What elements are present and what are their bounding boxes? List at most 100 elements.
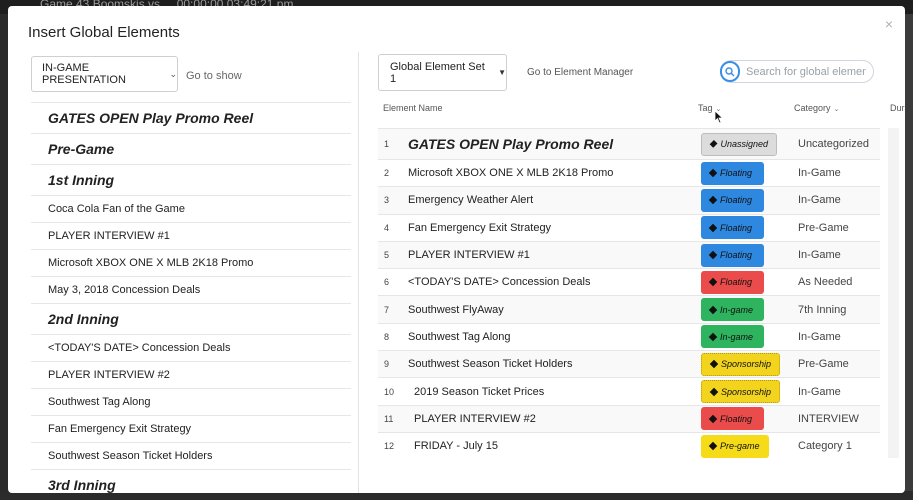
tag-badge[interactable]: Floating bbox=[701, 270, 764, 294]
table-row[interactable]: 9 Southwest Season Ticket Holders Sponsors… bbox=[378, 350, 880, 378]
table-row[interactable]: 4 Fan Emergency Exit Strategy Floating Pre-… bbox=[378, 213, 880, 241]
table-row[interactable]: 6 <TODAY'S DATE> Concession Deals Floating… bbox=[378, 268, 880, 295]
modal-title: Insert Global Elements bbox=[28, 24, 180, 41]
tag-label: Sponsorship bbox=[721, 386, 772, 397]
tag-icon bbox=[708, 250, 718, 260]
table-row[interactable]: 2 Microsoft XBOX ONE X MLB 2K18 Promo Floa… bbox=[378, 159, 880, 186]
tag-label: Floating bbox=[720, 195, 753, 206]
element-category: In-Game bbox=[798, 194, 841, 207]
tag-badge[interactable]: Sponsorship bbox=[701, 352, 781, 376]
tag-icon bbox=[709, 359, 719, 369]
go-to-show-link[interactable]: Go to show bbox=[186, 70, 242, 82]
show-section-heading[interactable]: Pre-Game bbox=[31, 133, 351, 164]
tag-label: Floating bbox=[720, 413, 753, 424]
tag-label: Sponsorship bbox=[721, 359, 772, 370]
show-list-item[interactable]: May 3, 2018 Concession Deals bbox=[31, 276, 351, 303]
tag-icon bbox=[708, 414, 718, 424]
row-number: 1 bbox=[384, 139, 390, 149]
element-name: Microsoft XBOX ONE X MLB 2K18 Promo bbox=[408, 167, 614, 180]
show-section-heading[interactable]: 2nd Inning bbox=[31, 303, 351, 334]
element-category: Category 1 bbox=[798, 440, 852, 453]
close-icon[interactable]: × bbox=[885, 16, 893, 32]
show-item-list: GATES OPEN Play Promo Reel Pre-Game 1st In… bbox=[31, 102, 351, 493]
tag-badge[interactable]: In-game bbox=[701, 325, 764, 349]
table-row[interactable]: 10 2019 Season Ticket Prices Sponsorship In… bbox=[378, 377, 880, 404]
show-list-item[interactable]: Coca Cola Fan of the Game bbox=[31, 195, 351, 222]
table-row[interactable]: 3 Emergency Weather Alert Floating In-Game bbox=[378, 186, 880, 214]
element-name: Emergency Weather Alert bbox=[408, 194, 534, 207]
element-name: Southwest Tag Along bbox=[408, 330, 511, 343]
show-list-item[interactable]: Southwest Season Ticket Holders bbox=[31, 442, 351, 469]
table-row[interactable]: 1 GATES OPEN Play Promo Reel Unassigned Unc… bbox=[378, 128, 880, 159]
row-number: 11 bbox=[384, 413, 394, 424]
row-number: 7 bbox=[384, 304, 390, 315]
element-category: 7th Inning bbox=[798, 303, 847, 316]
tag-icon bbox=[708, 168, 718, 178]
go-to-element-manager-link[interactable]: Go to Element Manager bbox=[527, 67, 633, 78]
mouse-pointer-icon bbox=[714, 110, 724, 124]
column-header-category-label: Category bbox=[794, 103, 831, 113]
column-header-name[interactable]: Element Name bbox=[383, 103, 443, 113]
tag-label: Floating bbox=[720, 168, 753, 179]
table-row[interactable]: 12 FRIDAY - July 15 Pre-game Category 1 bbox=[378, 431, 880, 459]
column-header-category[interactable]: Category ⌄ bbox=[794, 103, 839, 113]
tag-badge[interactable]: Pre-game bbox=[701, 434, 769, 458]
show-list-item[interactable]: Microsoft XBOX ONE X MLB 2K18 Promo bbox=[31, 249, 351, 276]
element-name: Southwest Season Ticket Holders bbox=[408, 358, 573, 371]
column-header-duration[interactable]: Dura bbox=[890, 103, 905, 113]
table-row[interactable]: 7 Southwest FlyAway In-game 7th Inning bbox=[378, 295, 880, 323]
tag-icon bbox=[708, 332, 718, 342]
show-section-heading[interactable]: 3rd Inning bbox=[31, 469, 351, 493]
table-row[interactable]: 5 PLAYER INTERVIEW #1 Floating In-Game bbox=[378, 240, 880, 269]
show-pane: IN-GAME PRESENTATION ⌄ Go to show GATES … bbox=[8, 52, 359, 493]
tag-badge[interactable]: Floating bbox=[701, 188, 764, 212]
element-name: Fan Emergency Exit Strategy bbox=[408, 221, 552, 234]
search-icon[interactable] bbox=[720, 61, 740, 82]
element-category: In-Game bbox=[798, 167, 841, 180]
element-name: 2019 Season Ticket Prices bbox=[414, 385, 545, 398]
element-category: In-Game bbox=[798, 249, 841, 262]
row-number: 12 bbox=[384, 441, 395, 452]
tag-badge[interactable]: Unassigned bbox=[701, 132, 777, 156]
tag-badge[interactable]: Floating bbox=[701, 407, 764, 431]
show-list-item[interactable]: PLAYER INTERVIEW #2 bbox=[31, 361, 351, 388]
tag-badge[interactable]: In-game bbox=[701, 298, 764, 322]
show-list-item[interactable]: Fan Emergency Exit Strategy bbox=[31, 415, 351, 442]
tag-icon bbox=[709, 387, 719, 396]
table-row[interactable]: 11 PLAYER INTERVIEW #2 Floating INTERVIEW bbox=[378, 404, 880, 432]
element-name: <TODAY'S DATE> Concession Deals bbox=[408, 276, 591, 289]
element-category: In-Game bbox=[798, 330, 841, 343]
element-category: As Needed bbox=[798, 276, 853, 289]
element-set-dropdown[interactable]: Global Element Set 1 ▼ bbox=[378, 54, 507, 91]
tag-icon bbox=[708, 441, 718, 451]
element-category: Pre-Game bbox=[798, 221, 849, 234]
tag-badge[interactable]: Floating bbox=[701, 216, 764, 240]
element-category: INTERVIEW bbox=[798, 412, 859, 425]
global-elements-table: 1 GATES OPEN Play Promo Reel Unassigned Unc… bbox=[378, 128, 880, 459]
show-list-item[interactable]: Southwest Tag Along bbox=[31, 388, 351, 415]
caret-down-icon: ▼ bbox=[498, 68, 506, 77]
table-row[interactable]: 8 Southwest Tag Along In-game In-Game bbox=[378, 322, 880, 350]
show-section-heading[interactable]: GATES OPEN Play Promo Reel bbox=[31, 102, 351, 133]
show-select-dropdown[interactable]: IN-GAME PRESENTATION ⌄ bbox=[31, 56, 178, 92]
tag-label: Pre-game bbox=[720, 441, 760, 452]
tag-badge[interactable]: Sponsorship bbox=[701, 380, 781, 404]
tag-label: Floating bbox=[720, 277, 753, 288]
tag-label: Floating bbox=[720, 222, 753, 233]
show-section-heading[interactable]: 1st Inning bbox=[31, 164, 351, 195]
element-name: GATES OPEN Play Promo Reel bbox=[408, 136, 614, 152]
search-input[interactable] bbox=[746, 65, 866, 78]
tag-badge[interactable]: Floating bbox=[701, 161, 764, 185]
search-box[interactable] bbox=[720, 60, 874, 83]
show-list-item[interactable]: <TODAY'S DATE> Concession Deals bbox=[31, 334, 351, 361]
tag-label: Unassigned bbox=[720, 139, 768, 149]
table-scrollbar[interactable] bbox=[888, 128, 899, 458]
column-header-tag-label: Tag bbox=[698, 103, 713, 113]
row-number: 6 bbox=[384, 277, 390, 288]
show-list-item[interactable]: PLAYER INTERVIEW #1 bbox=[31, 222, 351, 249]
chevron-down-icon: ⌄ bbox=[169, 68, 177, 79]
row-number: 5 bbox=[384, 250, 390, 261]
element-name: Southwest FlyAway bbox=[408, 303, 504, 316]
background-right-edge bbox=[905, 14, 913, 500]
tag-badge[interactable]: Floating bbox=[701, 243, 764, 267]
